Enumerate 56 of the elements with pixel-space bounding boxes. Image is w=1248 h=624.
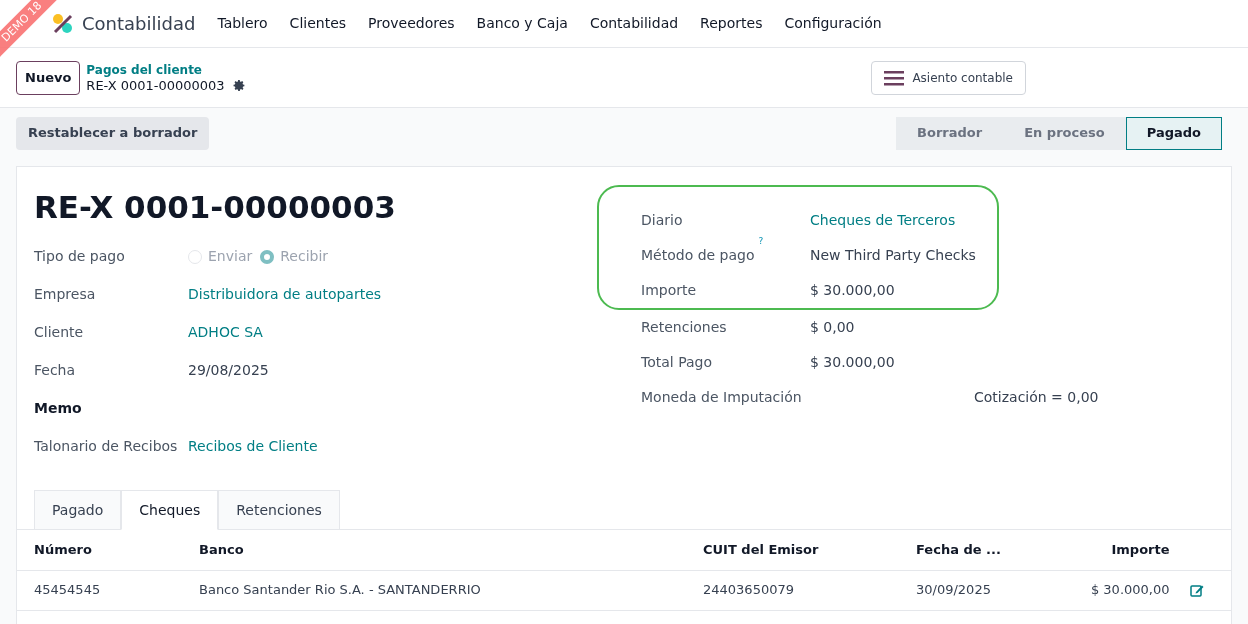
notebook-tab[interactable]: Pagado (34, 490, 122, 530)
breadcrumb-link[interactable]: Pagos del cliente (86, 61, 246, 78)
field-link[interactable]: Distribuidora de autopartes (188, 284, 382, 305)
column-header[interactable]: Importe (1069, 530, 1170, 570)
field-label: Importe (641, 281, 697, 300)
field-label: Fecha (34, 361, 76, 380)
field-label: Cliente (34, 323, 84, 342)
status-stage[interactable]: En proceso (1003, 116, 1126, 150)
table-cell: $ 30.000,00 (1069, 570, 1170, 610)
gear-icon[interactable] (232, 79, 246, 92)
field-link[interactable]: Recibos de Cliente (188, 436, 318, 457)
field-value: New Third Party Checks (810, 246, 976, 265)
menu-item[interactable]: Proveedores (368, 13, 455, 34)
column-header[interactable]: Banco (199, 530, 703, 570)
record-name: RE-X 0001-00000003 (86, 77, 225, 94)
field-value: $ 30.000,00 (810, 353, 895, 372)
field-label: Moneda de Imputación (641, 388, 802, 407)
menu-item[interactable]: Reportes (700, 13, 763, 34)
field-label: Método de pago (641, 246, 755, 265)
field-link[interactable]: Cheques de Terceros (810, 210, 956, 231)
field-label: Tipo de pago (34, 247, 126, 266)
field-label: Diario (641, 211, 683, 230)
app-logo-icon[interactable] (52, 12, 74, 35)
menu-item[interactable]: Configuración (784, 13, 882, 34)
field-label: Empresa (34, 285, 96, 304)
table-cell: 30/09/2025 (916, 570, 1070, 610)
table-cell: 24403650079 (703, 570, 916, 610)
app-name[interactable]: Contabilidad (82, 10, 196, 37)
field-value: $ 0,00 (810, 318, 855, 337)
field-label: Talonario de Recibos (34, 437, 178, 456)
table-cell: Banco Santander Rio S.A. - SANTANDERRIO (199, 570, 703, 610)
field-label: Retenciones (641, 318, 727, 337)
field-label: Total Pago (641, 353, 712, 372)
field-label: Memo (34, 399, 82, 418)
menu-item[interactable]: Clientes (289, 13, 347, 34)
status-stage[interactable]: Pagado (1125, 116, 1222, 150)
table-cell: 45454545 (17, 570, 199, 610)
field-value: $ 30.000,00 (810, 281, 895, 300)
journal-entry-button[interactable]: Asiento contable (871, 60, 1026, 95)
list-icon (884, 69, 905, 86)
reset-draft-button[interactable]: Restablecer a borrador (16, 116, 210, 150)
field-value: 29/08/2025 (188, 361, 269, 380)
menu-item[interactable]: Banco y Caja (476, 13, 568, 34)
menu-item[interactable]: Tablero (217, 13, 268, 34)
record-title: RE-X 0001-00000003 (34, 188, 396, 227)
column-header[interactable]: Fecha de ... (916, 530, 1070, 570)
new-button[interactable]: Nuevo (16, 60, 81, 95)
field-link[interactable]: ADHOC SA (188, 322, 263, 343)
column-header[interactable]: CUIT del Emisor (703, 530, 916, 570)
exchange-rate: Cotización = 0,00 (974, 388, 1099, 407)
edit-icon[interactable] (1189, 583, 1204, 597)
column-header[interactable]: Número (17, 530, 199, 570)
status-stage[interactable]: Borrador (896, 116, 1004, 150)
menu-item[interactable]: Contabilidad (589, 13, 679, 34)
notebook-tab[interactable]: Cheques (121, 490, 219, 530)
notebook-tab[interactable]: Retenciones (218, 490, 340, 530)
